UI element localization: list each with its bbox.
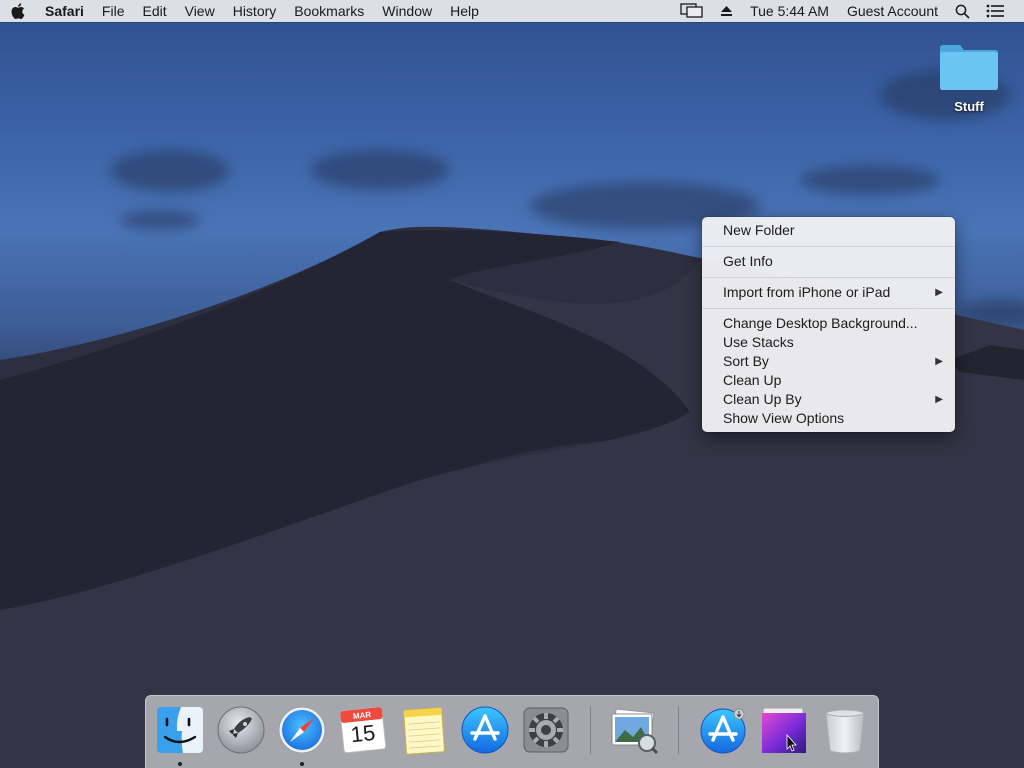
dock-app-macos-installer[interactable] — [759, 705, 809, 755]
dock-app-finder[interactable] — [155, 705, 205, 755]
menu-history[interactable]: History — [224, 0, 286, 22]
folder-icon[interactable] — [938, 42, 1000, 92]
dock-app-launchpad[interactable] — [216, 705, 266, 755]
dock-app-safari[interactable] — [277, 705, 327, 755]
dock-running-indicator — [300, 762, 304, 766]
context-menu-separator — [702, 308, 955, 309]
calendar-day-label: 15 — [349, 719, 377, 748]
menu-user-account[interactable]: Guest Account — [838, 0, 947, 22]
menu-view[interactable]: View — [176, 0, 224, 22]
system-preferences-gear-icon — [523, 707, 569, 753]
launchpad-rocket-icon — [217, 706, 265, 754]
context-menu-item-sort-by[interactable]: Sort By ▶ — [702, 352, 955, 371]
context-menu-item-label: Clean Up By — [723, 391, 802, 407]
context-menu-item-label: New Folder — [723, 222, 795, 238]
preview-photos-icon — [611, 708, 659, 755]
macos-installer-icon — [762, 707, 806, 753]
context-menu-item-import-from-iphone[interactable]: Import from iPhone or iPad ▶ — [702, 283, 955, 302]
submenu-arrow-icon: ▶ — [935, 356, 943, 367]
context-menu-item-label: Show View Options — [723, 410, 845, 426]
desktop-context-menu: New Folder Get Info Import from iPhone o… — [702, 217, 955, 432]
submenu-arrow-icon: ▶ — [935, 394, 943, 405]
display-mirroring-icon[interactable] — [672, 0, 712, 22]
eject-icon[interactable] — [712, 0, 741, 22]
menu-window[interactable]: Window — [373, 0, 441, 22]
context-menu-item-label: Sort By — [723, 353, 769, 369]
dock-app-trash[interactable] — [820, 705, 870, 755]
dock-app-calendar[interactable]: MAR 15 — [338, 705, 388, 755]
dock-app-notes[interactable] — [399, 705, 449, 755]
context-menu-item-show-view-options[interactable]: Show View Options — [702, 409, 955, 428]
menu-file[interactable]: File — [93, 0, 134, 22]
context-menu-separator — [702, 277, 955, 278]
spotlight-search-icon[interactable] — [947, 0, 978, 22]
context-menu-item-new-folder[interactable]: New Folder — [702, 221, 955, 240]
dock-separator — [590, 706, 591, 754]
context-menu-item-clean-up[interactable]: Clean Up — [702, 371, 955, 390]
apple-icon[interactable] — [0, 0, 36, 22]
menu-bar: Safari File Edit View History Bookmarks … — [0, 0, 1024, 22]
dock: MAR 15 — [145, 695, 879, 768]
dock-app-app-store[interactable] — [460, 705, 510, 755]
dock-separator — [678, 706, 679, 754]
context-menu-item-change-desktop-background[interactable]: Change Desktop Background... — [702, 314, 955, 333]
dock-running-indicator — [178, 762, 182, 766]
dock-app-system-preferences[interactable] — [521, 705, 571, 755]
desktop[interactable]: Safari File Edit View History Bookmarks … — [0, 0, 1024, 768]
menu-help[interactable]: Help — [441, 0, 488, 22]
context-menu-separator — [702, 246, 955, 247]
app-store-download-icon — [700, 708, 746, 754]
safari-compass-icon — [278, 706, 326, 754]
trash-icon — [825, 709, 865, 754]
menu-clock[interactable]: Tue 5:44 AM — [741, 0, 838, 22]
context-menu-item-clean-up-by[interactable]: Clean Up By ▶ — [702, 390, 955, 409]
dock-app-preview[interactable] — [609, 705, 659, 755]
context-menu-item-label: Use Stacks — [723, 334, 794, 350]
menu-edit[interactable]: Edit — [133, 0, 175, 22]
context-menu-item-label: Clean Up — [723, 372, 782, 388]
context-menu-item-get-info[interactable]: Get Info — [702, 252, 955, 271]
menu-app-safari[interactable]: Safari — [36, 0, 93, 22]
finder-icon — [157, 707, 203, 753]
context-menu-item-label: Import from iPhone or iPad — [723, 284, 891, 300]
dock-app-app-store-download[interactable] — [698, 705, 748, 755]
submenu-arrow-icon: ▶ — [935, 287, 943, 298]
context-menu-item-label: Get Info — [723, 253, 773, 269]
context-menu-item-label: Change Desktop Background... — [723, 315, 918, 331]
app-store-icon — [461, 706, 509, 754]
notes-icon — [403, 707, 445, 755]
context-menu-item-use-stacks[interactable]: Use Stacks — [702, 333, 955, 352]
notification-center-icon[interactable] — [978, 0, 1012, 22]
desktop-folder-label: Stuff — [954, 99, 984, 114]
menu-bookmarks[interactable]: Bookmarks — [285, 0, 373, 22]
desktop-folder-stuff[interactable]: Stuff — [930, 42, 1008, 114]
